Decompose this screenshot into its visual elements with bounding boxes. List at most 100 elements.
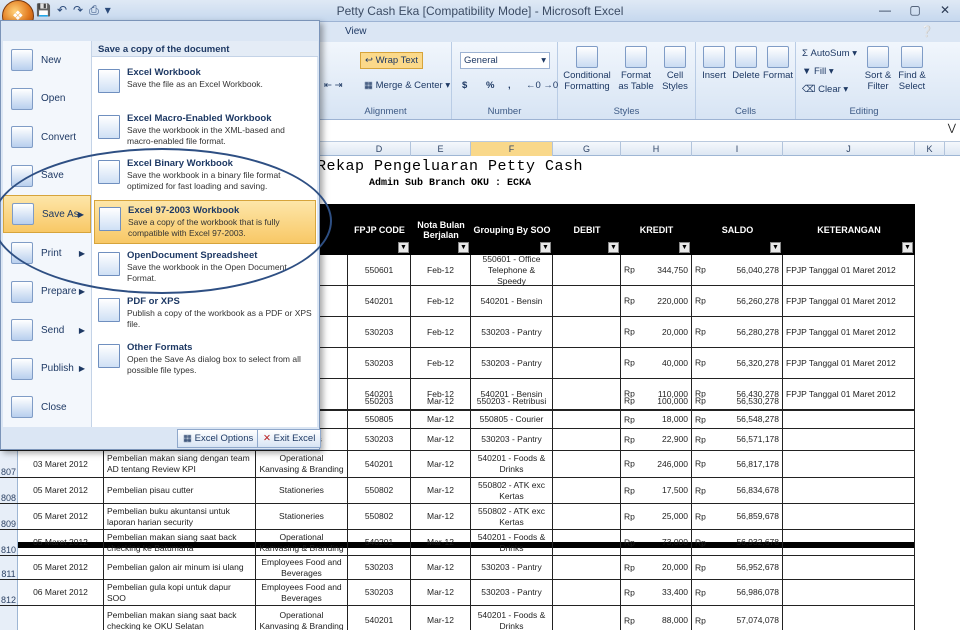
description-cell[interactable]: Pembelian makan siang saat back checking… (104, 530, 256, 555)
keterangan-cell[interactable] (783, 556, 915, 579)
saldo-cell[interactable]: Rp 56,986,078 (692, 580, 783, 605)
format-as-table-button[interactable]: Format as Table (616, 46, 656, 92)
keterangan-cell[interactable] (783, 429, 915, 450)
nota-cell[interactable]: Feb-12 (411, 317, 471, 347)
nota-cell[interactable]: Mar-12 (411, 504, 471, 529)
fpjp-cell[interactable]: 540201 (348, 451, 411, 477)
date-cell[interactable]: 06 Maret 2012 (18, 580, 104, 605)
close-icon[interactable]: ✕ (930, 0, 960, 20)
minimize-icon[interactable]: — (870, 0, 900, 20)
keterangan-cell[interactable]: FPJP Tanggal 01 Maret 2012 (783, 286, 915, 316)
row-number[interactable]: 811 (0, 556, 18, 579)
category-cell[interactable]: Operational Kanvasing & Branding (256, 530, 348, 555)
nota-cell[interactable]: Mar-12 (411, 392, 471, 410)
keterangan-cell[interactable] (783, 392, 915, 410)
fpjp-cell[interactable]: 530203 (348, 348, 411, 378)
excel-options-button[interactable]: ▦ Excel Options (177, 429, 260, 448)
debit-cell[interactable] (553, 580, 621, 605)
format-button[interactable]: Format (762, 46, 794, 81)
nota-cell[interactable]: Mar-12 (411, 429, 471, 450)
fpjp-cell[interactable]: 540201 (348, 530, 411, 555)
conditional-formatting-button[interactable]: Conditional Formatting (562, 46, 612, 92)
maximize-icon[interactable]: ▢ (900, 0, 930, 20)
keterangan-cell[interactable]: FPJP Tanggal 01 Maret 2012 (783, 348, 915, 378)
saldo-cell[interactable]: Rp 56,834,678 (692, 478, 783, 503)
category-cell[interactable]: Employees Food and Beverages (256, 580, 348, 605)
column-header[interactable]: J (783, 142, 915, 156)
grouping-cell[interactable]: 540201 - Bensin (471, 286, 553, 316)
kredit-cell[interactable]: Rp 20,000 (621, 317, 692, 347)
keterangan-cell[interactable] (783, 504, 915, 529)
kredit-cell[interactable]: Rp 73,000 (621, 530, 692, 555)
kredit-cell[interactable]: Rp 20,000 (621, 556, 692, 579)
nota-cell[interactable]: Feb-12 (411, 348, 471, 378)
keterangan-cell[interactable] (783, 580, 915, 605)
saldo-cell[interactable]: Rp 56,859,678 (692, 504, 783, 529)
column-header[interactable]: E (411, 142, 471, 156)
grouping-cell[interactable]: 530203 - Pantry (471, 317, 553, 347)
date-cell[interactable]: 05 Maret 2012 (18, 478, 104, 503)
grouping-cell[interactable]: 540201 - Foods & Drinks (471, 606, 553, 630)
find-select-button[interactable]: Find & Select (896, 46, 928, 92)
fpjp-cell[interactable]: 530203 (348, 580, 411, 605)
category-cell[interactable]: Employees Food and Beverages (256, 556, 348, 579)
saldo-cell[interactable]: Rp 56,548,278 (692, 411, 783, 428)
debit-cell[interactable] (553, 429, 621, 450)
debit-cell[interactable] (553, 530, 621, 555)
category-cell[interactable]: Stationeries (256, 478, 348, 503)
debit-cell[interactable] (553, 392, 621, 410)
date-cell[interactable] (18, 606, 104, 630)
grouping-cell[interactable]: 550805 - Courier (471, 411, 553, 428)
save-option-excel-workbook[interactable]: Excel Workbook Save the file as an Excel … (94, 63, 316, 107)
keterangan-cell[interactable]: FPJP Tanggal 01 Maret 2012 (783, 317, 915, 347)
kredit-cell[interactable]: Rp 100,000 (621, 392, 692, 410)
save-option-other-formats[interactable]: Other Formats Open the Save As dialog box… (94, 338, 316, 382)
cell-styles-button[interactable]: Cell Styles (658, 46, 692, 92)
wrap-text-button[interactable]: ↩ Wrap Text (360, 52, 424, 69)
saldo-cell[interactable]: Rp 56,530,278 (692, 392, 783, 410)
keterangan-cell[interactable] (783, 606, 915, 630)
row-number[interactable]: 810 (0, 530, 18, 555)
nota-cell[interactable]: Mar-12 (411, 606, 471, 630)
kredit-cell[interactable]: Rp 18,000 (621, 411, 692, 428)
insert-button[interactable]: Insert (698, 46, 730, 81)
category-cell[interactable]: Operational Kanvasing & Branding (256, 451, 348, 477)
grouping-cell[interactable]: 530203 - Pantry (471, 580, 553, 605)
kredit-cell[interactable]: Rp 33,400 (621, 580, 692, 605)
description-cell[interactable]: Pembelian galon air minum isi ulang (104, 556, 256, 579)
description-cell[interactable]: Pembelian makan siang saat back checking… (104, 606, 256, 630)
row-number[interactable]: 808 (0, 478, 18, 503)
row-number[interactable]: 812 (0, 580, 18, 605)
saldo-cell[interactable]: Rp 56,571,178 (692, 429, 783, 450)
filter-dropdown-icon[interactable]: ▼ (540, 242, 551, 253)
merge-center-button[interactable]: ▦ Merge & Center ▾ (364, 80, 450, 91)
nota-cell[interactable]: Mar-12 (411, 478, 471, 503)
grouping-cell[interactable]: 530203 - Pantry (471, 348, 553, 378)
row-number[interactable]: 809 (0, 504, 18, 529)
sort-filter-button[interactable]: Sort & Filter (862, 46, 894, 92)
clear-button[interactable]: ⌫ Clear ▾ (802, 84, 848, 95)
help-icon[interactable]: ❔ (920, 25, 934, 38)
nota-cell[interactable]: Mar-12 (411, 580, 471, 605)
menu-item-publish[interactable]: Publish ▶ (3, 350, 91, 388)
saldo-cell[interactable]: Rp 56,320,278 (692, 348, 783, 378)
keterangan-cell[interactable] (783, 478, 915, 503)
kredit-cell[interactable]: Rp 40,000 (621, 348, 692, 378)
indent-icon[interactable]: ⇤ ⇥ (324, 80, 343, 91)
expand-formula-icon[interactable]: ⋁ (948, 123, 956, 134)
fpjp-cell[interactable]: 540201 (348, 286, 411, 316)
save-option-excel-macro-enabled-workbook[interactable]: Excel Macro-Enabled Workbook Save the wor… (94, 109, 316, 153)
date-cell[interactable]: 05 Maret 2012 (18, 530, 104, 555)
debit-cell[interactable] (553, 556, 621, 579)
menu-item-convert[interactable]: Convert (3, 118, 91, 156)
column-header[interactable]: F (471, 142, 553, 156)
saldo-cell[interactable]: Rp 56,280,278 (692, 317, 783, 347)
description-cell[interactable]: Pembelian pisau cutter (104, 478, 256, 503)
menu-item-send[interactable]: Send ▶ (3, 311, 91, 349)
saldo-cell[interactable]: Rp 56,932,678 (692, 530, 783, 555)
menu-item-close[interactable]: Close (3, 388, 91, 426)
fpjp-cell[interactable]: 540201 (348, 606, 411, 630)
kredit-cell[interactable]: Rp 246,000 (621, 451, 692, 477)
saldo-cell[interactable]: Rp 56,040,278 (692, 255, 783, 285)
menu-item-new[interactable]: New (3, 41, 91, 79)
